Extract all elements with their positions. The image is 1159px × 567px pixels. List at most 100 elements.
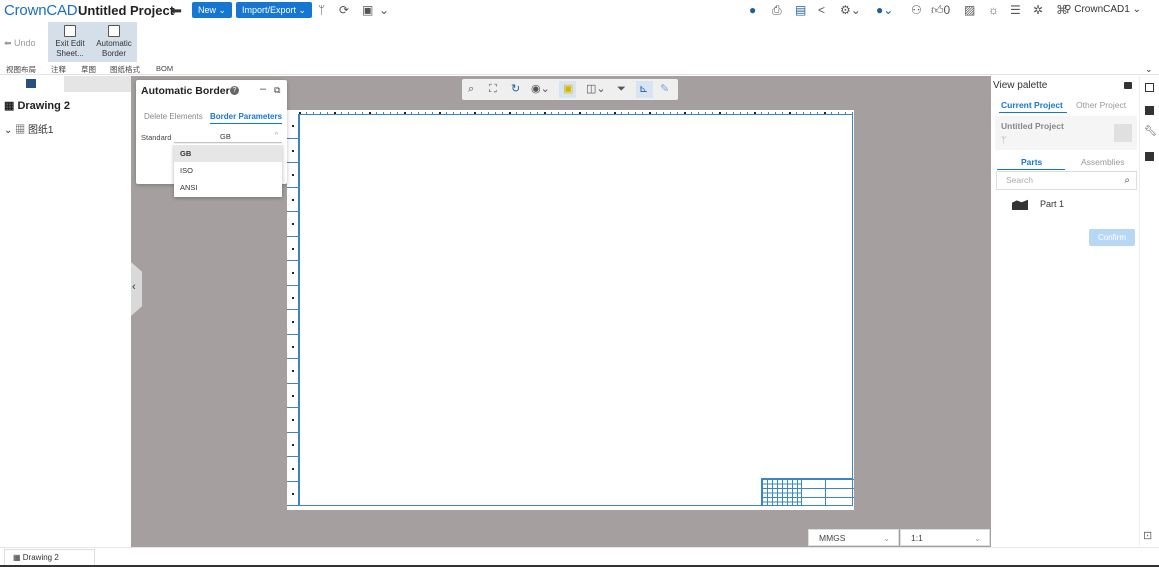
search-input[interactable]: Search ⌕ [996,171,1137,190]
back-arrow-icon[interactable]: ⬅ [171,3,182,19]
tab-sketch[interactable]: 草图 [81,64,96,75]
collapse-ribbon-icon[interactable]: ⌄ [1145,64,1153,75]
standard-label: Standard [141,133,172,142]
standard-select[interactable]: GB ^ [174,132,282,143]
settings-gear-icon[interactable]: ⚙⌄ [840,3,861,17]
scale-select[interactable]: 1:1 ⌄ [900,529,990,546]
zoom-icon[interactable]: ⌕ [468,82,474,96]
tab-current-project[interactable]: Current Project [1001,100,1063,110]
standard-dropdown: GB ISO ANSI [174,144,282,197]
tab-assemblies[interactable]: Assemblies [1081,157,1124,167]
tab-other-project[interactable]: Other Project [1076,100,1126,110]
chevron-left-icon[interactable]: ‹ [132,281,136,293]
tab-view-layout[interactable]: 视图布局 [6,64,36,75]
unit-system-select[interactable]: MMGS ⌄ [808,529,899,546]
message-icon[interactable]: ▤ [795,3,806,17]
document-icon[interactable] [1145,152,1154,161]
image-icon[interactable]: ▨ [964,3,975,17]
minimize-icon[interactable]: – [260,83,266,95]
zone-cell [287,212,298,237]
automatic-border-icon [108,25,120,37]
standard-select-value: GB [220,132,231,141]
filter-icon[interactable]: ⏷ [617,82,626,96]
zone-cell [287,188,298,212]
zone-cell [287,261,298,286]
rotate-icon[interactable]: ↻ [511,82,520,96]
undo-button[interactable]: ⬅ Undo [4,38,36,49]
part-item-label[interactable]: Part 1 [1040,199,1064,209]
tab-secondary[interactable] [64,76,131,92]
tab-bom[interactable]: BOM [156,64,173,73]
chevron-up-icon: ^ [274,132,278,139]
user-menu[interactable]: ⚲ CrownCAD1 ⌄ [1064,4,1141,15]
search-placeholder: Search [1006,175,1033,185]
zone-cell [287,408,298,433]
help-icon[interactable]: ? [230,86,239,95]
tab-sheet-format[interactable]: 图纸格式 [110,64,140,75]
refresh-icon[interactable]: ⟳ [339,3,349,17]
title-block-middle [802,479,826,505]
tab-parts[interactable]: Parts [1021,157,1042,167]
annotation-icon[interactable]: ✎ [660,82,669,96]
sheet-tab[interactable]: ▦ Drawing 2 [4,549,95,566]
help-circle-icon[interactable]: ●⌄ [876,3,893,17]
users-icon[interactable]: ⚇ [911,3,922,17]
project-title[interactable]: Untitled Project [78,3,174,18]
zone-cell [287,482,298,506]
tab-underline [999,112,1067,113]
tree-root-drawing[interactable]: ▦ Drawing 2 [4,99,70,112]
exit-edit-sheet-button[interactable]: Exit Edit Sheet... [48,24,92,59]
search-icon[interactable]: ● [749,3,756,17]
automatic-border-button[interactable]: Automatic Border [92,24,136,59]
user-name: CrownCAD1 [1074,4,1130,15]
print-icon[interactable]: ⎙ [772,3,782,17]
axis-icon[interactable]: ⊾ [639,82,648,96]
restore-icon[interactable]: ⧉ [274,85,280,96]
lock-icon[interactable] [1124,82,1132,89]
subtab-underline [997,169,1065,170]
display-style-icon[interactable]: ▣ [563,82,573,96]
lightbulb-icon[interactable]: ☼ [988,3,999,17]
zone-cell [287,359,298,384]
tab-border-parameters[interactable]: Border Parameters [210,112,283,124]
tab-feature-tree[interactable] [0,76,64,92]
project-card-title: Untitled Project [1001,121,1064,131]
share-icon[interactable]: < [818,3,825,17]
project-card[interactable]: Untitled Project ᛘ [995,116,1137,150]
fit-view-icon[interactable]: ⛶ [489,82,497,96]
tab-annotation[interactable]: 注释 [51,64,66,75]
app-logo: CrownCAD [4,2,78,19]
project-thumbnail-icon [1114,124,1132,142]
folder-icon[interactable] [1145,83,1154,92]
layers-icon[interactable] [1145,106,1154,115]
title-bar: CrownCAD Untitled Project ⬅ New ⌄ Import… [0,0,1159,22]
option-ansi[interactable]: ANSI [174,179,282,196]
tree-item-sheet[interactable]: ⌄ ▦ 图纸1 [4,121,54,136]
option-iso[interactable]: ISO [174,162,282,179]
list-icon[interactable]: ☰ [1010,3,1021,17]
unit-system-value: MMGS [819,533,846,543]
section-view-icon[interactable]: ◫⌄ [586,82,606,96]
zone-cell [287,237,298,261]
title-block-revisions [762,479,802,505]
new-button[interactable]: New ⌄ [192,2,233,18]
title-block[interactable] [761,478,854,506]
save-dropdown-icon[interactable]: ⌄ [379,3,389,17]
notes-icon[interactable]: ⊡ [1143,529,1152,542]
wrench-icon[interactable]: 🔧︎ [1144,126,1157,137]
like-icon[interactable]: 👍︎0 [931,3,950,17]
drawing-sheet[interactable] [287,110,854,510]
option-gb[interactable]: GB [174,145,282,162]
plugin-icon[interactable]: ✲ [1033,3,1043,17]
import-export-button[interactable]: Import/Export ⌄ [236,2,313,18]
branch-icon[interactable]: ᛘ [318,3,325,17]
scale-value: 1:1 [911,533,923,543]
module-tabs: 视图布局 注释 草图 图纸格式 BOM [0,62,1159,75]
save-icon[interactable]: ▣ [362,3,373,17]
search-icon[interactable]: ⌕ [1124,172,1130,189]
confirm-button[interactable]: Confirm [1089,229,1135,246]
exit-edit-sheet-icon [64,25,76,37]
tree-child-label: 图纸1 [27,125,54,136]
tab-delete-elements[interactable]: Delete Elements [144,112,203,121]
visibility-eye-icon[interactable]: ◉⌄ [531,82,550,96]
